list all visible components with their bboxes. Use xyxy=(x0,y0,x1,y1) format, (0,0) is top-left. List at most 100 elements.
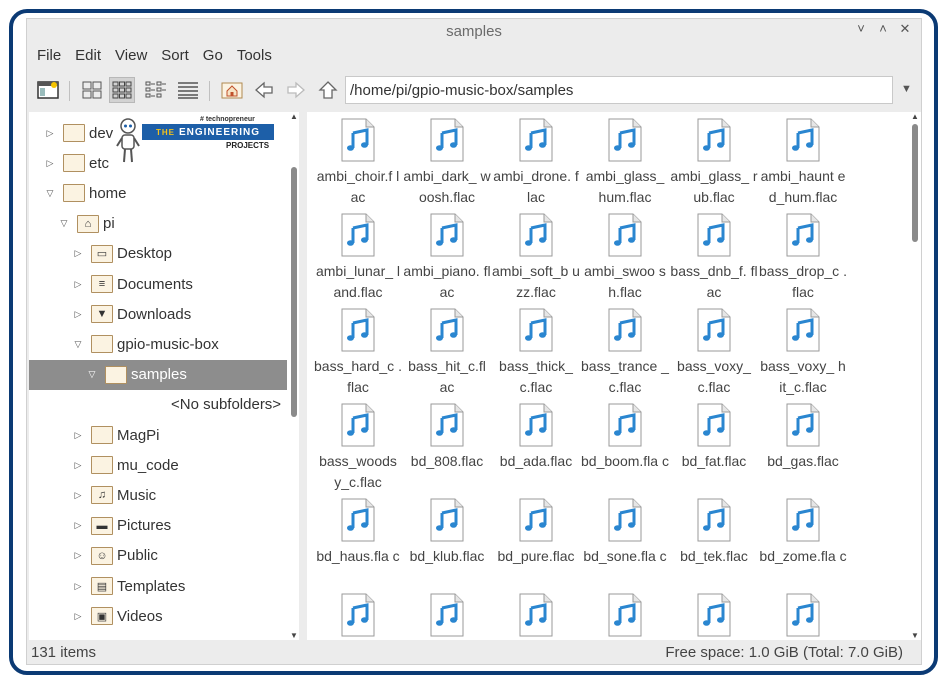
file-item[interactable] xyxy=(670,593,758,640)
tree-item-label: Music xyxy=(117,486,157,504)
icon-view-button[interactable] xyxy=(79,77,105,103)
collapsed-icon[interactable]: ▷ xyxy=(73,611,83,622)
scroll-down-arrow-icon[interactable]: ▼ xyxy=(290,631,298,640)
file-item[interactable]: bd_boom.fla c xyxy=(581,403,669,472)
collapsed-icon[interactable]: ▷ xyxy=(73,490,83,501)
menu-edit[interactable]: Edit xyxy=(73,47,103,69)
collapsed-icon[interactable]: ▷ xyxy=(73,248,83,259)
file-item[interactable]: bd_haus.fla c xyxy=(314,498,402,567)
file-item[interactable]: bass_voxy_ hit_c.flac xyxy=(759,308,847,398)
file-item[interactable]: ambi_glass_ hum.flac xyxy=(581,118,669,208)
tree-item-label: Pictures xyxy=(117,517,172,535)
detail-view-button[interactable] xyxy=(175,77,201,103)
up-button[interactable] xyxy=(315,77,341,103)
file-item[interactable]: bass_voxy_ c.flac xyxy=(670,308,758,398)
tree-scroll-thumb[interactable] xyxy=(291,167,297,417)
path-dropdown-icon[interactable]: ▼ xyxy=(901,83,912,95)
tree-item-desktop[interactable]: ▷ ▭ Desktop xyxy=(29,239,287,269)
file-item[interactable]: bd_tek.flac xyxy=(670,498,758,567)
tree-item-samples[interactable]: ▽ samples xyxy=(29,359,287,390)
list-view-button[interactable] xyxy=(143,77,169,103)
file-item[interactable]: ambi_swoo sh.flac xyxy=(581,213,669,303)
collapsed-icon[interactable]: ▷ xyxy=(73,309,83,320)
file-item[interactable]: ambi_dark_ woosh.flac xyxy=(403,118,491,208)
file-item[interactable] xyxy=(314,593,402,640)
expanded-icon[interactable]: ▽ xyxy=(73,339,83,350)
collapsed-icon[interactable]: ▷ xyxy=(73,550,83,561)
tree-item-downloads[interactable]: ▷ ▼ Downloads xyxy=(29,299,287,329)
file-item[interactable]: bass_trance _c.flac xyxy=(581,308,669,398)
scroll-up-arrow-icon[interactable]: ▲ xyxy=(911,112,919,121)
menu-tools[interactable]: Tools xyxy=(235,47,274,69)
folder-icon: ♫ xyxy=(91,486,113,505)
file-item[interactable]: bass_drop_c .flac xyxy=(759,213,847,303)
file-item[interactable]: bd_pure.flac xyxy=(492,498,580,567)
file-item[interactable]: bass_woods y_c.flac xyxy=(314,403,402,493)
file-item[interactable]: bd_sone.fla c xyxy=(581,498,669,567)
expanded-icon[interactable]: ▽ xyxy=(59,218,69,229)
file-item[interactable]: ambi_piano. flac xyxy=(403,213,491,303)
close-button[interactable]: ✕ xyxy=(897,21,913,37)
file-item[interactable]: bass_dnb_f. flac xyxy=(670,213,758,303)
collapsed-icon[interactable]: ▷ xyxy=(73,460,83,471)
collapsed-icon[interactable]: ▷ xyxy=(45,128,55,139)
files-scroll-thumb[interactable] xyxy=(912,124,918,242)
file-item[interactable]: bass_hard_c .flac xyxy=(314,308,402,398)
tree-item-gpio-music-box[interactable]: ▽ gpio-music-box xyxy=(29,329,287,359)
tree-item-pictures[interactable]: ▷ ▬ Pictures xyxy=(29,511,287,541)
file-item[interactable]: ambi_glass_ rub.flac xyxy=(670,118,758,208)
forward-button[interactable] xyxy=(283,77,309,103)
collapsed-icon[interactable]: ▷ xyxy=(45,158,55,169)
tree-item-pi[interactable]: ▽ ⌂ pi xyxy=(29,209,287,239)
tree-item-public[interactable]: ▷ ☺ Public xyxy=(29,541,287,571)
file-item[interactable]: ambi_choir.f lac xyxy=(314,118,402,208)
collapsed-icon[interactable]: ▷ xyxy=(73,279,83,290)
menu-file[interactable]: File xyxy=(35,47,63,69)
collapsed-icon[interactable]: ▷ xyxy=(73,430,83,441)
scroll-down-arrow-icon[interactable]: ▼ xyxy=(911,631,919,640)
expanded-icon[interactable]: ▽ xyxy=(45,188,55,199)
minimize-button[interactable]: ˅ xyxy=(853,21,869,37)
tree-item-magpi[interactable]: ▷ MagPi xyxy=(29,420,287,450)
tree-item-mu-code[interactable]: ▷ mu_code xyxy=(29,450,287,480)
file-item[interactable]: ambi_soft_b uzz.flac xyxy=(492,213,580,303)
path-input[interactable]: /home/pi/gpio-music-box/samples xyxy=(345,76,893,104)
tree-item-templates[interactable]: ▷ ▤ Templates xyxy=(29,571,287,601)
file-item[interactable]: bd_gas.flac xyxy=(759,403,847,472)
file-item[interactable]: bd_ada.flac xyxy=(492,403,580,472)
file-item[interactable] xyxy=(581,593,669,640)
pane-splitter[interactable] xyxy=(301,112,305,640)
tree-item-documents[interactable]: ▷ ≡ Documents xyxy=(29,269,287,299)
menu-view[interactable]: View xyxy=(113,47,149,69)
scroll-up-arrow-icon[interactable]: ▲ xyxy=(290,112,298,121)
file-item[interactable]: ambi_haunt ed_hum.flac xyxy=(759,118,847,208)
back-button[interactable] xyxy=(251,77,277,103)
audio-file-icon xyxy=(340,593,376,637)
tree-item-videos[interactable]: ▷ ▣ Videos xyxy=(29,601,287,631)
file-item[interactable] xyxy=(403,593,491,640)
file-item[interactable]: ambi_lunar_ land.flac xyxy=(314,213,402,303)
file-name: bd_tek.flac xyxy=(680,548,748,564)
file-item[interactable] xyxy=(759,593,847,640)
menu-sort[interactable]: Sort xyxy=(159,47,191,69)
tree-item-home[interactable]: ▽ home xyxy=(29,178,287,208)
file-item[interactable]: bass_thick_ c.flac xyxy=(492,308,580,398)
file-item[interactable]: bd_zome.fla c xyxy=(759,498,847,567)
collapsed-icon[interactable]: ▷ xyxy=(73,581,83,592)
maximize-button[interactable]: ˄ xyxy=(875,21,891,37)
file-item[interactable]: ambi_drone. flac xyxy=(492,118,580,208)
expanded-icon[interactable]: ▽ xyxy=(87,369,97,380)
compact-view-button[interactable] xyxy=(109,77,135,103)
tree-item-music[interactable]: ▷ ♫ Music xyxy=(29,480,287,510)
file-item[interactable] xyxy=(492,593,580,640)
home-button[interactable] xyxy=(219,77,245,103)
file-item[interactable]: bd_fat.flac xyxy=(670,403,758,472)
collapsed-icon[interactable]: ▷ xyxy=(73,520,83,531)
menu-go[interactable]: Go xyxy=(201,47,225,69)
file-item[interactable]: bass_hit_c.fl ac xyxy=(403,308,491,398)
file-item[interactable]: bd_klub.flac xyxy=(403,498,491,567)
file-item[interactable]: bd_808.flac xyxy=(403,403,491,472)
tree-scrollbar[interactable]: ▲ ▼ xyxy=(289,112,299,640)
files-scrollbar[interactable]: ▲ ▼ xyxy=(909,112,921,640)
new-window-button[interactable] xyxy=(35,77,61,103)
